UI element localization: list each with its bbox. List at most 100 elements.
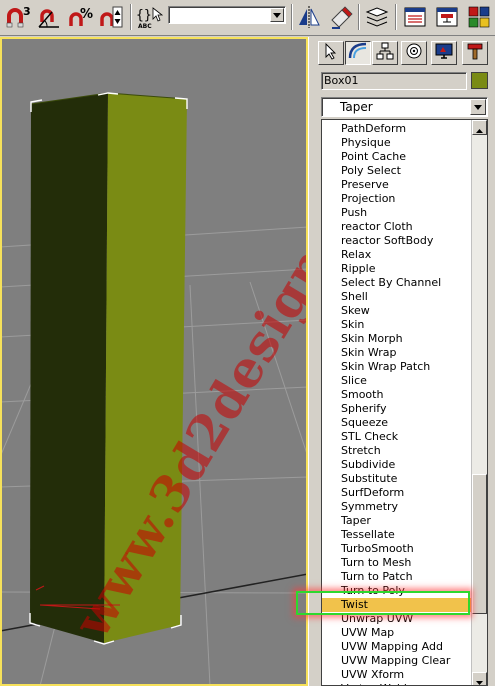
list-item[interactable]: Ripple — [322, 262, 472, 276]
scroll-up-button[interactable] — [472, 120, 487, 135]
perspective-viewport[interactable]: www.3d2design.com — [0, 37, 308, 686]
list-item[interactable]: Projection — [322, 192, 472, 206]
list-item[interactable]: Skin — [322, 318, 472, 332]
list-item[interactable]: Poly Select — [322, 164, 472, 178]
chevron-down-icon[interactable] — [470, 99, 486, 115]
schematic-icon — [434, 4, 460, 30]
toolbar-separator — [291, 4, 293, 30]
angle-snap-icon — [36, 4, 62, 30]
svg-text:%: % — [80, 7, 93, 22]
list-item[interactable]: Substitute — [322, 472, 472, 486]
list-item[interactable]: Skin Wrap Patch — [322, 360, 472, 374]
list-item[interactable]: UVW Xform — [322, 668, 472, 682]
list-item[interactable]: Push — [322, 206, 472, 220]
mirror-button[interactable] — [295, 3, 323, 31]
modifier-list-scrollbar[interactable] — [471, 120, 487, 685]
scroll-thumb[interactable] — [472, 474, 487, 614]
list-item[interactable]: Turn to Patch — [322, 570, 472, 584]
named-selection-dropdown[interactable] — [168, 6, 286, 24]
align-button[interactable] — [327, 3, 355, 31]
list-item[interactable]: Preserve — [322, 178, 472, 192]
list-item[interactable]: SurfDeform — [322, 486, 472, 500]
angle-snap-button[interactable] — [35, 3, 63, 31]
list-item[interactable]: Taper — [322, 514, 472, 528]
modifier-items: PathDeform Physique Point Cache Poly Select… — [322, 122, 472, 685]
list-item[interactable]: Twist — [322, 598, 472, 612]
list-item[interactable]: UVW Map — [322, 626, 472, 640]
layers-icon — [364, 4, 390, 30]
spinner-snap-icon — [99, 4, 125, 30]
svg-text:3: 3 — [23, 5, 31, 18]
list-item[interactable]: UVW Mapping Clear — [322, 654, 472, 668]
list-item[interactable]: reactor Cloth — [322, 220, 472, 234]
list-item[interactable]: Relax — [322, 248, 472, 262]
list-item[interactable]: Shell — [322, 290, 472, 304]
layer-manager-button[interactable] — [363, 3, 391, 31]
named-selection-icon: {} ABC — [135, 4, 163, 30]
schematic-view-button[interactable] — [433, 3, 461, 31]
list-item[interactable]: Stretch — [322, 444, 472, 458]
tab-display[interactable] — [431, 41, 457, 65]
list-item[interactable]: Point Cache — [322, 150, 472, 164]
list-item[interactable]: Subdivide — [322, 458, 472, 472]
list-item[interactable]: Slice — [322, 374, 472, 388]
command-panel: Box01 Taper PathDeform Physique Point Cach… — [308, 37, 495, 686]
modify-icon — [348, 42, 368, 64]
list-item[interactable]: Turn to Mesh — [322, 556, 472, 570]
command-panel-tabs — [309, 37, 495, 67]
modifier-list-dropdown[interactable]: Taper — [321, 97, 488, 117]
tab-utilities[interactable] — [462, 41, 488, 65]
tab-hierarchy[interactable] — [372, 41, 398, 65]
spinner-snap-button[interactable] — [98, 3, 126, 31]
list-item[interactable]: UVW Mapping Add — [322, 640, 472, 654]
toolbar-separator — [130, 4, 132, 30]
snap-toggle-button[interactable]: 3 — [4, 3, 32, 31]
list-item[interactable]: Vertex Weld — [322, 682, 472, 685]
list-item[interactable]: Squeeze — [322, 416, 472, 430]
modifier-list-value: Taper — [340, 100, 373, 114]
hierarchy-icon — [376, 42, 394, 64]
list-item[interactable]: PathDeform — [322, 122, 472, 136]
object-name-field[interactable]: Box01 — [321, 72, 467, 90]
magnet-snap-icon: 3 — [5, 4, 31, 30]
create-icon — [322, 42, 340, 64]
list-item[interactable]: Select By Channel — [322, 276, 472, 290]
percent-snap-icon: % — [67, 4, 93, 30]
tab-motion[interactable] — [401, 41, 427, 65]
list-item[interactable]: Smooth — [322, 388, 472, 402]
modifier-list[interactable]: PathDeform Physique Point Cache Poly Select… — [321, 119, 488, 686]
svg-text:{}: {} — [136, 8, 152, 23]
material-editor-icon — [466, 4, 492, 30]
toolbar-separator — [395, 4, 397, 30]
material-editor-button[interactable] — [465, 3, 493, 31]
chevron-down-icon[interactable] — [270, 8, 284, 22]
track-view-button[interactable] — [401, 3, 429, 31]
list-item[interactable]: Physique — [322, 136, 472, 150]
list-item[interactable]: Unwrap UVW — [322, 612, 472, 626]
svg-text:ABC: ABC — [138, 23, 152, 30]
scroll-down-button[interactable] — [472, 670, 487, 685]
list-item[interactable]: reactor SoftBody — [322, 234, 472, 248]
list-item[interactable]: Symmetry — [322, 500, 472, 514]
named-selection-sets-button[interactable]: {} ABC — [135, 3, 163, 31]
list-item[interactable]: Skew — [322, 304, 472, 318]
track-view-icon — [402, 4, 428, 30]
tab-modify[interactable] — [345, 41, 371, 65]
main-toolbar: 3 % {} ABC — [0, 0, 495, 36]
list-item[interactable]: Turn to Poly — [322, 584, 472, 598]
hammer-icon — [466, 42, 484, 64]
list-item[interactable]: Spherify — [322, 402, 472, 416]
max-window: 3 % {} ABC www.3d2design.com Box01 Taper… — [0, 0, 495, 686]
arrow-down-icon — [476, 670, 483, 685]
toolbar-separator — [358, 4, 360, 30]
list-item[interactable]: Tessellate — [322, 528, 472, 542]
list-item[interactable]: STL Check — [322, 430, 472, 444]
list-item[interactable]: TurboSmooth — [322, 542, 472, 556]
named-selection-value — [169, 12, 172, 25]
percent-snap-button[interactable]: % — [66, 3, 94, 31]
object-color-swatch[interactable] — [471, 72, 488, 89]
list-item[interactable]: Skin Morph — [322, 332, 472, 346]
list-item[interactable]: Skin Wrap — [322, 346, 472, 360]
align-icon — [328, 4, 354, 30]
tab-create[interactable] — [318, 41, 344, 65]
